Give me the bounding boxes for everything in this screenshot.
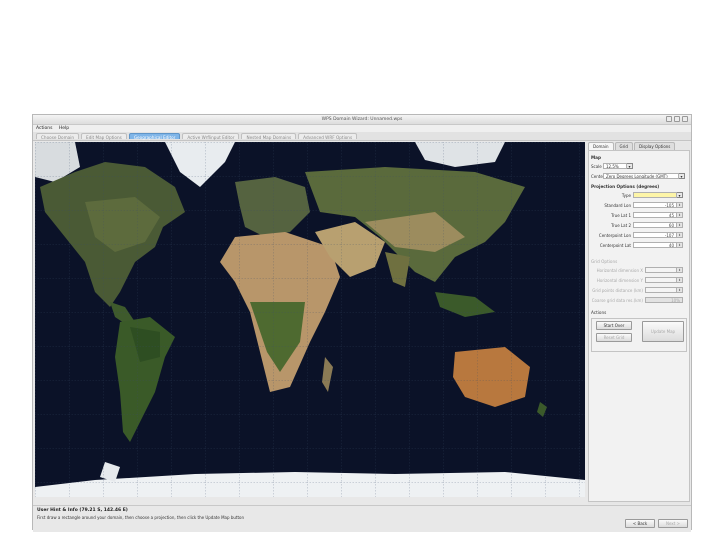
center-lon-label: Centerpoint Lon (598, 232, 631, 238)
chevron-down-icon[interactable]: ▾ (627, 163, 633, 169)
coarse-label: Coarse grid data res.(km) (591, 297, 643, 303)
type-select[interactable] (633, 192, 677, 198)
tab-active-wrflinput-editor[interactable]: Active Wrflinput Editor (182, 133, 240, 140)
reset-grid-button[interactable]: Reset Grid (596, 333, 632, 342)
tab-choose-domain[interactable]: Choose Domain (36, 133, 80, 140)
grid-dist-label: Grid points distance (km) (592, 287, 643, 293)
spinner-icon[interactable]: ⇕ (677, 287, 683, 293)
spinner-icon[interactable]: ⇕ (677, 202, 683, 208)
hint-title: User Hint & Info (79.21 S, 142.46 E) (37, 508, 128, 513)
spinner-icon[interactable]: ⇕ (677, 212, 683, 218)
coarse-select[interactable]: 10% (645, 297, 683, 303)
center-lat-label: Centerpoint Lat (599, 242, 631, 248)
hdim-y-field[interactable] (645, 277, 677, 283)
true-lat1-field[interactable]: 45 (633, 212, 677, 218)
hdim-x-row: Horizontal dimension X ⇕ (591, 266, 687, 274)
actions-title: Actions (591, 310, 607, 315)
actions-box: Start Over Reset Grid Update Map (591, 318, 687, 352)
title-bar: WPS Domain Wizard: Unnamed.wps (33, 115, 691, 125)
true-lat1-label: True Lat 1 (611, 212, 631, 218)
true-lat2-label: True Lat 2 (611, 222, 631, 228)
back-button[interactable]: < Back (625, 519, 655, 528)
standard-lon-row: Standard Lon -105 ⇕ (591, 201, 687, 209)
chevron-down-icon[interactable]: ▾ (679, 173, 685, 179)
next-button[interactable]: Next > (658, 519, 688, 528)
center-select[interactable]: Zero Degrees Longitude (GMT) (603, 173, 679, 179)
true-lat2-field[interactable]: 60 (633, 222, 677, 228)
hint-text: First draw a rectangle around your domai… (37, 515, 245, 520)
scale-label: Scale (591, 163, 602, 169)
tab-nested-map-domains[interactable]: Nested Map Domains (241, 133, 297, 140)
side-tabs: Domain Grid Display Options (588, 142, 690, 150)
chevron-down-icon[interactable]: ▾ (677, 192, 683, 198)
status-bar: User Hint & Info (79.21 S, 142.46 E) Fir… (33, 505, 691, 532)
side-panel: Domain Grid Display Options Map Scale 12… (588, 142, 690, 504)
spinner-icon[interactable]: ⇕ (677, 277, 683, 283)
tab-display-options[interactable]: Display Options (633, 142, 676, 150)
standard-lon-field[interactable]: -105 (633, 202, 677, 208)
center-row: Center Zero Degrees Longitude (GMT) ▾ (591, 172, 687, 180)
scale-row: Scale 12.5% ▾ (591, 162, 687, 170)
spinner-icon[interactable]: ⇕ (677, 267, 683, 273)
type-label: Type (621, 192, 631, 198)
menu-help[interactable]: Help (59, 126, 69, 131)
hdim-y-row: Horizontal dimension Y ⇕ (591, 276, 687, 284)
menu-bar: Actions Help (33, 125, 691, 132)
true-lat2-row: True Lat 2 60 ⇕ (591, 221, 687, 229)
start-over-button[interactable]: Start Over (596, 321, 632, 330)
standard-lon-label: Standard Lon (604, 202, 631, 208)
close-icon[interactable] (682, 116, 688, 122)
grid-dist-row: Grid points distance (km) ⇕ (591, 286, 687, 294)
tab-advanced-wrf-options[interactable]: Advanced WRF Options (298, 133, 358, 140)
hdim-x-label: Horizontal dimension X (596, 267, 643, 273)
update-map-button[interactable]: Update Map (642, 321, 684, 342)
world-map[interactable] (35, 142, 585, 497)
app-window: WPS Domain Wizard: Unnamed.wps Actions H… (32, 114, 692, 532)
scale-select[interactable]: 12.5% (603, 163, 627, 169)
maximize-icon[interactable] (674, 116, 680, 122)
minimize-icon[interactable] (666, 116, 672, 122)
tab-geographical-editor[interactable]: Geographical Editor (128, 133, 181, 140)
hdim-x-field[interactable] (645, 267, 677, 273)
map-section-title: Map (591, 155, 601, 160)
center-lat-field[interactable]: 40 (633, 242, 677, 248)
window-title: WPS Domain Wizard: Unnamed.wps (321, 117, 403, 122)
menu-actions[interactable]: Actions (36, 126, 52, 131)
spinner-icon[interactable]: ⇕ (677, 242, 683, 248)
tab-edit-map-options[interactable]: Edit Map Options (81, 133, 127, 140)
wizard-tabs: Choose Domain Edit Map Options Geographi… (33, 132, 691, 141)
type-row: Type ▾ (591, 191, 687, 199)
domain-panel: Map Scale 12.5% ▾ Center Zero Degrees Lo… (588, 150, 690, 502)
true-lat1-row: True Lat 1 45 ⇕ (591, 211, 687, 219)
grid-dist-field[interactable] (645, 287, 677, 293)
coarse-row: Coarse grid data res.(km) 10% (591, 296, 687, 304)
tab-domain[interactable]: Domain (588, 142, 614, 150)
spinner-icon[interactable]: ⇕ (677, 222, 683, 228)
window-controls (666, 116, 688, 122)
grid-options-title: Grid Options (591, 259, 618, 264)
center-label: Center (591, 173, 605, 179)
world-map-image[interactable] (35, 142, 585, 497)
hdim-y-label: Horizontal dimension Y (596, 277, 643, 283)
projection-title: Projection Options (degrees) (591, 184, 660, 189)
spinner-icon[interactable]: ⇕ (677, 232, 683, 238)
center-lon-row: Centerpoint Lon -107 ⇕ (591, 231, 687, 239)
center-lon-field[interactable]: -107 (633, 232, 677, 238)
center-lat-row: Centerpoint Lat 40 ⇕ (591, 241, 687, 249)
tab-grid[interactable]: Grid (614, 142, 633, 150)
